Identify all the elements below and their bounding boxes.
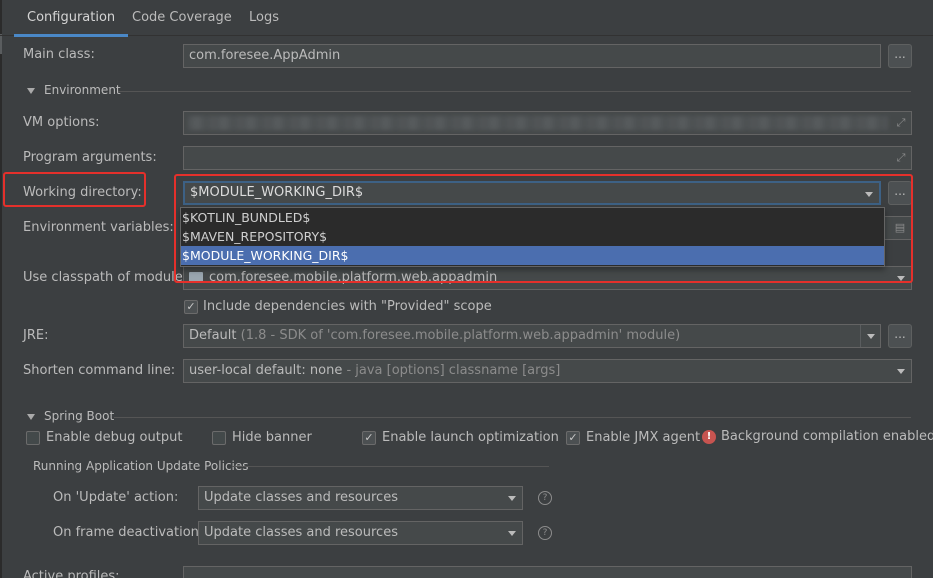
on-update-help-icon[interactable]: ? bbox=[538, 491, 552, 505]
jre-browse-button[interactable]: ... bbox=[888, 324, 912, 348]
active-profiles-label: Active profiles: bbox=[23, 569, 120, 578]
on-update-action-value: Update classes and resources bbox=[204, 490, 398, 505]
on-update-action-dropdown-arrow[interactable] bbox=[502, 487, 522, 509]
tab-bar: Configuration Code Coverage Logs bbox=[0, 0, 933, 37]
hide-banner-label[interactable]: Hide banner bbox=[232, 430, 312, 445]
on-update-action-combo[interactable]: Update classes and resources bbox=[198, 486, 523, 510]
left-edge-marker bbox=[0, 34, 2, 54]
jre-value: Default bbox=[189, 328, 237, 343]
on-frame-deactivation-combo[interactable]: Update classes and resources bbox=[198, 521, 523, 545]
enable-debug-output-label[interactable]: Enable debug output bbox=[46, 430, 182, 445]
shorten-command-dropdown-arrow[interactable] bbox=[891, 360, 911, 382]
spring-boot-divider bbox=[114, 417, 911, 418]
left-edge-strip bbox=[0, 0, 2, 578]
jre-label: JRE: bbox=[23, 328, 49, 343]
program-arguments-field[interactable] bbox=[183, 146, 912, 170]
shorten-command-value: user-local default: none bbox=[189, 363, 343, 378]
program-arguments-label: Program arguments: bbox=[23, 150, 157, 165]
shorten-command-label: Shorten command line: bbox=[23, 363, 176, 378]
main-class-browse-button[interactable]: ... bbox=[888, 44, 912, 68]
working-directory-dropdown-highlight bbox=[174, 174, 913, 283]
on-frame-deactivation-label: On frame deactivation: bbox=[53, 525, 204, 540]
classpath-module-label: Use classpath of module: bbox=[23, 270, 188, 285]
include-dependencies-label[interactable]: Include dependencies with "Provided" sco… bbox=[203, 299, 492, 314]
vm-options-expand-icon[interactable]: ⤢ bbox=[894, 116, 908, 130]
active-profiles-field[interactable] bbox=[183, 566, 912, 578]
on-frame-deactivation-value: Update classes and resources bbox=[204, 525, 398, 540]
environment-variables-label: Environment variables: bbox=[23, 220, 174, 235]
shorten-command-combo[interactable]: user-local default: none - java [options… bbox=[183, 359, 912, 383]
main-class-label: Main class: bbox=[23, 47, 95, 62]
update-policies-section-label: Running Application Update Policies bbox=[33, 459, 249, 473]
environment-collapse-icon[interactable] bbox=[27, 88, 35, 94]
warning-icon: ! bbox=[702, 430, 716, 444]
enable-debug-output-checkbox[interactable] bbox=[26, 431, 40, 445]
spring-boot-section-label[interactable]: Spring Boot bbox=[44, 409, 114, 423]
on-frame-deactivation-help-icon[interactable]: ? bbox=[538, 526, 552, 540]
enable-jmx-agent-label[interactable]: Enable JMX agent bbox=[586, 430, 700, 445]
tab-code-coverage[interactable]: Code Coverage bbox=[119, 0, 245, 36]
jre-dropdown-arrow[interactable] bbox=[860, 325, 880, 347]
enable-launch-optimization-checkbox[interactable]: ✓ bbox=[362, 431, 376, 445]
include-dependencies-checkbox[interactable]: ✓ bbox=[184, 300, 198, 314]
environment-divider bbox=[118, 91, 911, 92]
on-update-action-label: On 'Update' action: bbox=[53, 490, 179, 505]
update-policies-divider bbox=[232, 466, 549, 467]
jre-combo[interactable]: Default (1.8 - SDK of 'com.foresee.mobil… bbox=[183, 324, 881, 348]
program-arguments-expand-icon[interactable]: ⤢ bbox=[894, 151, 908, 165]
enable-jmx-agent-checkbox[interactable]: ✓ bbox=[566, 431, 580, 445]
hide-banner-checkbox[interactable] bbox=[212, 431, 226, 445]
shorten-command-detail: - java [options] classname [args] bbox=[342, 363, 561, 378]
environment-section-label[interactable]: Environment bbox=[44, 83, 121, 97]
vm-options-label: VM options: bbox=[23, 115, 100, 130]
enable-launch-optimization-label[interactable]: Enable launch optimization bbox=[382, 430, 559, 445]
on-frame-deactivation-dropdown-arrow[interactable] bbox=[502, 522, 522, 544]
vm-options-field[interactable] bbox=[183, 111, 912, 135]
tab-configuration[interactable]: Configuration bbox=[14, 0, 129, 37]
working-directory-label-highlight bbox=[3, 172, 146, 207]
spring-boot-collapse-icon[interactable] bbox=[27, 414, 35, 420]
tab-logs[interactable]: Logs bbox=[236, 0, 292, 36]
background-compilation-warning: Background compilation enabled bbox=[721, 429, 933, 444]
jre-detail: (1.8 - SDK of 'com.foresee.mobile.platfo… bbox=[236, 328, 681, 343]
main-class-field[interactable]: com.foresee.AppAdmin bbox=[183, 44, 881, 68]
vm-options-redacted bbox=[188, 116, 888, 130]
